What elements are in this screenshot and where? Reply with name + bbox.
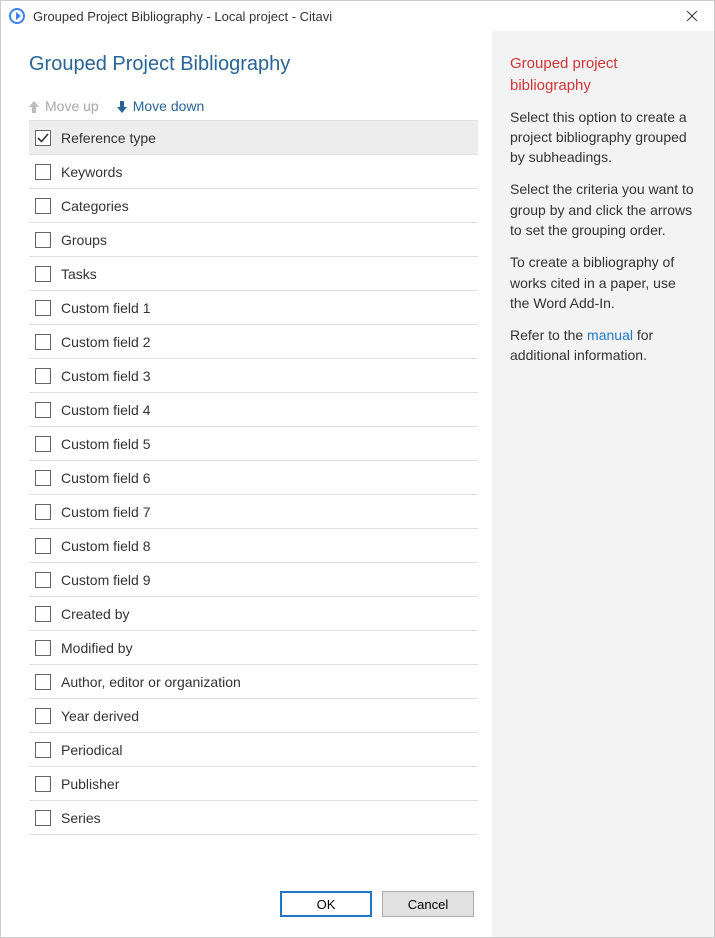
checkbox[interactable] <box>35 708 51 724</box>
list-item[interactable]: Publisher <box>29 767 478 801</box>
cancel-button[interactable]: Cancel <box>382 891 474 917</box>
list-item[interactable]: Created by <box>29 597 478 631</box>
checkbox[interactable] <box>35 504 51 520</box>
item-label: Custom field 2 <box>61 334 150 350</box>
help-paragraph: To create a bibliography of works cited … <box>510 252 696 313</box>
item-label: Modified by <box>61 640 133 656</box>
checkbox[interactable] <box>35 198 51 214</box>
page-heading: Grouped Project Bibliography <box>1 53 492 98</box>
checkbox[interactable] <box>35 572 51 588</box>
list-item[interactable]: Groups <box>29 223 478 257</box>
list-item[interactable]: Tasks <box>29 257 478 291</box>
item-label: Custom field 4 <box>61 402 150 418</box>
arrow-down-icon <box>117 100 127 112</box>
list-item[interactable]: Reference type <box>29 121 478 155</box>
item-label: Keywords <box>61 164 122 180</box>
left-panel: Grouped Project Bibliography Move up Mov… <box>1 31 492 937</box>
toolbar: Move up Move down <box>1 98 492 120</box>
checkbox[interactable] <box>35 640 51 656</box>
checkbox[interactable] <box>35 334 51 350</box>
item-label: Custom field 3 <box>61 368 150 384</box>
item-label: Author, editor or organization <box>61 674 241 690</box>
list-item[interactable]: Categories <box>29 189 478 223</box>
checkbox[interactable] <box>35 436 51 452</box>
list-item[interactable]: Year derived <box>29 699 478 733</box>
help-panel: Grouped project bibliography Select this… <box>492 31 714 937</box>
move-up-button[interactable]: Move up <box>29 98 99 114</box>
item-label: Publisher <box>61 776 119 792</box>
list-item[interactable]: Custom field 1 <box>29 291 478 325</box>
checkbox[interactable] <box>35 776 51 792</box>
checkbox[interactable] <box>35 300 51 316</box>
checkbox[interactable] <box>35 470 51 486</box>
titlebar: Grouped Project Bibliography - Local pro… <box>1 1 714 31</box>
checkbox[interactable] <box>35 538 51 554</box>
item-label: Custom field 8 <box>61 538 150 554</box>
app-icon <box>9 8 25 24</box>
button-row: OK Cancel <box>1 879 492 929</box>
item-label: Series <box>61 810 101 826</box>
item-label: Custom field 1 <box>61 300 150 316</box>
list-item[interactable]: Author, editor or organization <box>29 665 478 699</box>
list-item[interactable]: Custom field 8 <box>29 529 478 563</box>
checkbox[interactable] <box>35 606 51 622</box>
list-item[interactable]: Custom field 9 <box>29 563 478 597</box>
item-label: Custom field 6 <box>61 470 150 486</box>
item-label: Custom field 7 <box>61 504 150 520</box>
help-paragraph: Select this option to create a project b… <box>510 107 696 168</box>
list-item[interactable]: Custom field 2 <box>29 325 478 359</box>
help-text: Refer to the <box>510 327 587 343</box>
checkbox[interactable] <box>35 232 51 248</box>
item-label: Tasks <box>61 266 97 282</box>
checkbox[interactable] <box>35 810 51 826</box>
checkbox[interactable] <box>35 164 51 180</box>
arrow-up-icon <box>29 100 39 112</box>
move-down-button[interactable]: Move down <box>117 98 205 114</box>
item-label: Custom field 5 <box>61 436 150 452</box>
help-paragraph: Refer to the manual for additional infor… <box>510 325 696 366</box>
item-label: Categories <box>61 198 129 214</box>
help-title: Grouped project bibliography <box>510 53 696 97</box>
window-title: Grouped Project Bibliography - Local pro… <box>33 9 672 24</box>
close-button[interactable] <box>672 2 712 30</box>
manual-link[interactable]: manual <box>587 327 633 343</box>
checkbox[interactable] <box>35 130 51 146</box>
item-label: Reference type <box>61 130 156 146</box>
list-item[interactable]: Custom field 6 <box>29 461 478 495</box>
close-icon <box>686 10 698 22</box>
move-up-label: Move up <box>45 98 99 114</box>
checkbox[interactable] <box>35 742 51 758</box>
list-item[interactable]: Periodical <box>29 733 478 767</box>
item-label: Groups <box>61 232 107 248</box>
checkbox[interactable] <box>35 402 51 418</box>
item-label: Custom field 9 <box>61 572 150 588</box>
item-label: Created by <box>61 606 129 622</box>
checkbox[interactable] <box>35 266 51 282</box>
help-paragraph: Select the criteria you want to group by… <box>510 179 696 240</box>
criteria-list: Reference type Keywords Categories Groups Ta… <box>29 120 478 879</box>
list-item[interactable]: Modified by <box>29 631 478 665</box>
list-item[interactable]: Custom field 4 <box>29 393 478 427</box>
move-down-label: Move down <box>133 98 205 114</box>
checkbox[interactable] <box>35 368 51 384</box>
list-item[interactable]: Custom field 5 <box>29 427 478 461</box>
list-item[interactable]: Custom field 3 <box>29 359 478 393</box>
list-item[interactable]: Custom field 7 <box>29 495 478 529</box>
content: Grouped Project Bibliography Move up Mov… <box>1 31 714 937</box>
list-item[interactable]: Series <box>29 801 478 835</box>
ok-button[interactable]: OK <box>280 891 372 917</box>
checkbox[interactable] <box>35 674 51 690</box>
list-item[interactable]: Keywords <box>29 155 478 189</box>
item-label: Year derived <box>61 708 139 724</box>
item-label: Periodical <box>61 742 122 758</box>
